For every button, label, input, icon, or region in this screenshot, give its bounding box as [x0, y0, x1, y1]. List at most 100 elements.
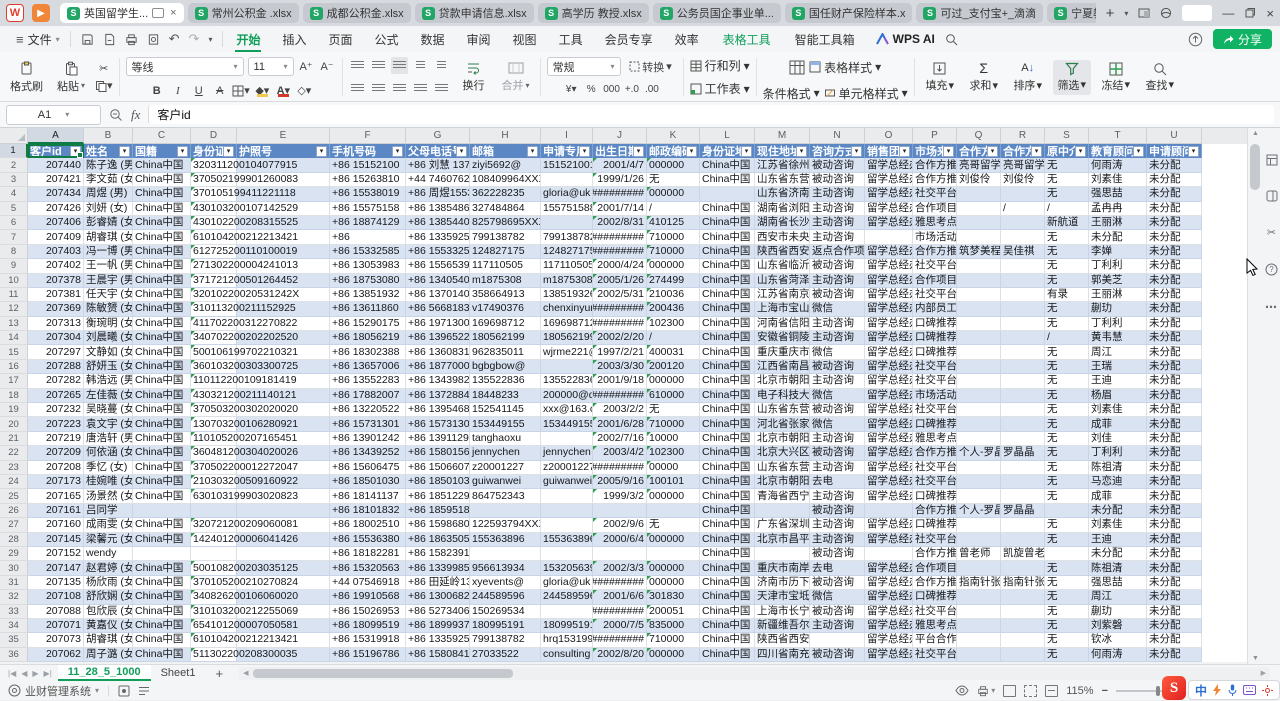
cell[interactable]: 未分配 — [1147, 619, 1202, 633]
cell[interactable]: v17490376 — [470, 302, 541, 316]
cell[interactable]: 207288 — [28, 360, 84, 374]
cell[interactable] — [1001, 475, 1045, 489]
header-cell[interactable]: 申请顾问▾ — [1147, 144, 1202, 158]
cell[interactable]: 留学总经办 — [865, 360, 913, 374]
filter-dropdown-icon[interactable]: ▾ — [741, 146, 752, 157]
cell[interactable]: 未分配 — [1147, 504, 1202, 518]
cell[interactable]: +86 18002510 — [330, 518, 406, 532]
cell[interactable]: / — [647, 331, 700, 345]
filter-dropdown-icon[interactable]: ▾ — [987, 146, 998, 157]
search-icon[interactable] — [945, 33, 958, 46]
cell[interactable]: 被动咨询 — [810, 360, 865, 374]
cell[interactable]: 山东省东营 — [755, 403, 810, 417]
cell[interactable]: 无 — [1045, 245, 1089, 259]
column-letter[interactable]: O — [865, 128, 913, 144]
cell[interactable]: 主动咨询 — [810, 202, 865, 216]
cell[interactable] — [957, 561, 1001, 575]
cell[interactable] — [810, 633, 865, 647]
header-cell[interactable]: 父母电话号码▾ — [406, 144, 470, 158]
header-cell[interactable]: 合作方名称▾ — [1001, 144, 1045, 158]
cell[interactable]: 留学总经办 — [865, 288, 913, 302]
file-tab[interactable]: S国任财产保险样本.x — [785, 3, 913, 23]
column-letter[interactable]: B — [84, 128, 133, 144]
cell[interactable]: 重庆市南岸 — [755, 561, 810, 575]
file-tab[interactable]: S成都公积金.xlsx — [303, 3, 411, 23]
cell[interactable]: China中国 — [133, 489, 191, 503]
cell[interactable]: 无 — [1045, 648, 1089, 662]
cell[interactable]: 500108200203035125 — [191, 561, 237, 575]
font-color-button[interactable]: A▾ — [275, 82, 292, 99]
cell[interactable] — [1001, 432, 1045, 446]
cell[interactable]: 无 — [1045, 374, 1089, 388]
close-button[interactable]: × — [1266, 6, 1274, 21]
cell[interactable]: 黄韦慧 — [1089, 331, 1147, 345]
row-number[interactable]: 6 — [0, 216, 28, 230]
cell[interactable] — [1001, 648, 1045, 662]
cell[interactable]: ######### — [593, 230, 647, 244]
cell[interactable]: 丁利利 — [1089, 446, 1147, 460]
cell[interactable] — [957, 489, 1001, 503]
cell[interactable]: +86 15606475 — [330, 461, 406, 475]
cell[interactable]: China中国 — [133, 360, 191, 374]
cell[interactable]: China中国 — [700, 533, 755, 547]
cell[interactable]: 留学总经办 — [865, 633, 913, 647]
filter-dropdown-icon[interactable]: ▾ — [456, 146, 467, 157]
cell[interactable]: 未分配 — [1147, 590, 1202, 604]
restore-button[interactable] — [1244, 7, 1256, 19]
cell[interactable]: 蒯玏 — [1089, 302, 1147, 316]
row-number[interactable]: 27 — [0, 518, 28, 532]
cell[interactable] — [541, 216, 593, 230]
row-number[interactable]: 16 — [0, 360, 28, 374]
cell[interactable] — [1001, 590, 1045, 604]
row-number[interactable]: 19 — [0, 403, 28, 417]
cell[interactable]: 王丽淋 — [1089, 216, 1147, 230]
cell[interactable] — [1001, 187, 1045, 201]
cell[interactable]: China中国 — [700, 245, 755, 259]
cell[interactable]: 207304 — [28, 331, 84, 345]
ime-language-toggle[interactable]: 中 — [1195, 682, 1207, 699]
cell[interactable]: 207152 — [28, 547, 84, 561]
cell[interactable]: China中国 — [133, 648, 191, 662]
scroll-left-icon[interactable]: ◀ — [243, 669, 248, 677]
row-number[interactable]: 35 — [0, 633, 28, 647]
cell[interactable]: China中国 — [133, 302, 191, 316]
cell[interactable]: 未分配 — [1147, 446, 1202, 460]
cell[interactable]: 韩浩远 (男 — [84, 374, 133, 388]
column-letter[interactable]: M — [755, 128, 810, 144]
cell[interactable]: 留学总经办 — [865, 590, 913, 604]
cell[interactable]: 钦冰 — [1089, 633, 1147, 647]
cell[interactable] — [1001, 619, 1045, 633]
cell[interactable]: 320311200104077915 — [191, 158, 237, 172]
column-letter[interactable]: S — [1045, 128, 1089, 144]
row-number[interactable]: 24 — [0, 475, 28, 489]
cell[interactable]: 153205639 — [541, 561, 593, 575]
distribute-icon[interactable] — [433, 80, 450, 97]
cell[interactable]: 340826200106060020 — [191, 590, 237, 604]
cell[interactable]: China中国 — [700, 202, 755, 216]
borders-button[interactable]: ▾ — [232, 82, 250, 99]
cell[interactable]: China中国 — [700, 360, 755, 374]
cell[interactable] — [957, 202, 1001, 216]
cell[interactable]: 强思喆 — [1089, 187, 1147, 201]
header-cell[interactable]: 合作方公司▾ — [957, 144, 1001, 158]
cell[interactable]: 冯一博 (男 — [84, 245, 133, 259]
row-number[interactable]: 32 — [0, 590, 28, 604]
cell[interactable]: 社交平台./ — [913, 187, 957, 201]
cell[interactable]: +86 15263810 — [330, 173, 406, 187]
cell[interactable]: 杨欣雨 (女 — [84, 576, 133, 590]
cell[interactable]: 无 — [1045, 317, 1089, 331]
cell[interactable]: 合作方推荐 — [913, 446, 957, 460]
menu-tab-公式[interactable]: 公式 — [364, 28, 410, 50]
cell[interactable]: 未分配 — [1147, 389, 1202, 403]
cell[interactable]: 151521001 — [541, 158, 593, 172]
cell[interactable]: 北京大兴区 — [755, 446, 810, 460]
cell[interactable]: 王一帆 (男 — [84, 259, 133, 273]
cell[interactable]: China中国 — [700, 446, 755, 460]
cell[interactable]: 刘俊伶 — [957, 173, 1001, 187]
cell[interactable]: 340702200202202520 — [191, 331, 237, 345]
cell[interactable]: bgbgbow@ — [470, 360, 541, 374]
cell[interactable] — [957, 230, 1001, 244]
cell[interactable]: 指南针张老 — [1001, 576, 1045, 590]
cell[interactable]: 微信 — [810, 389, 865, 403]
cell[interactable]: 未分配 — [1147, 547, 1202, 561]
